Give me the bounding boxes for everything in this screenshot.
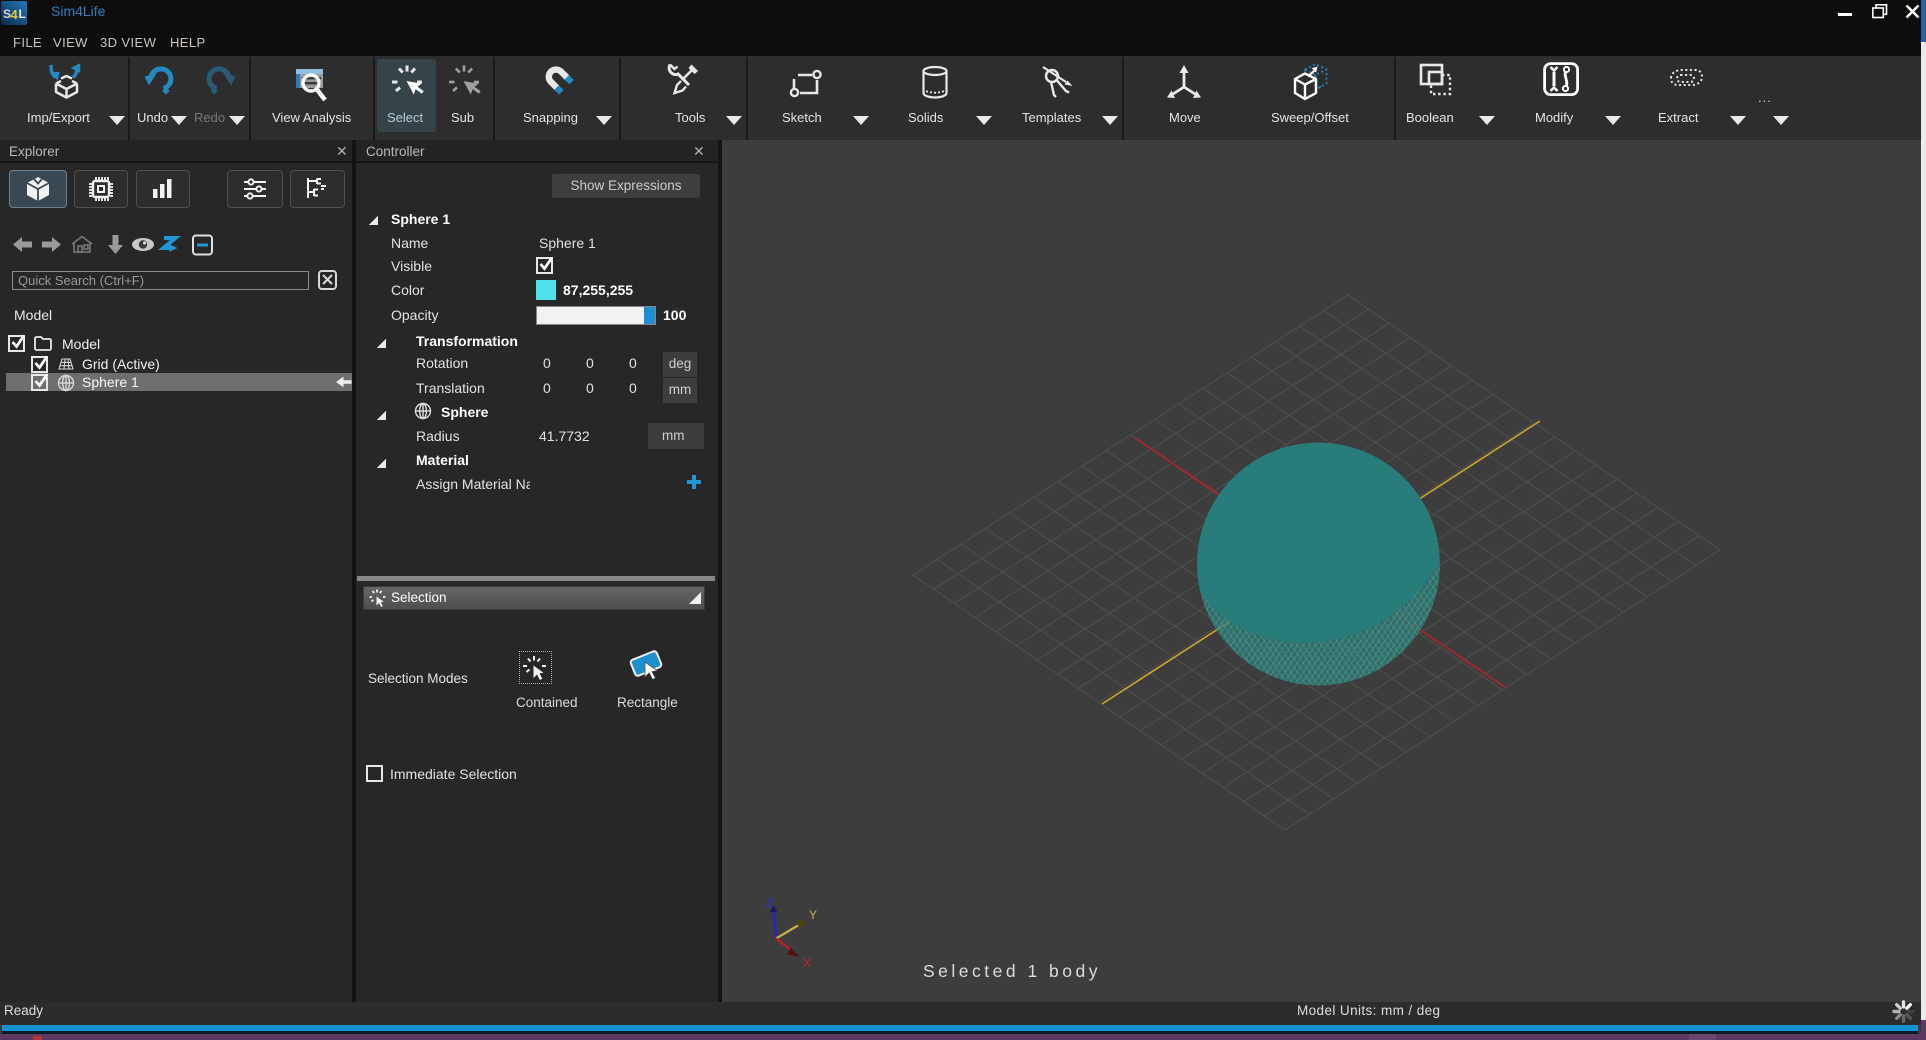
- svg-text:X: X: [803, 956, 811, 970]
- svg-text:Z: Z: [766, 896, 773, 910]
- svg-text:4: 4: [11, 7, 19, 22]
- svg-text:L: L: [19, 7, 26, 21]
- svg-text:Selected 1 body: Selected 1 body: [923, 961, 1101, 981]
- svg-text:Y: Y: [809, 908, 817, 922]
